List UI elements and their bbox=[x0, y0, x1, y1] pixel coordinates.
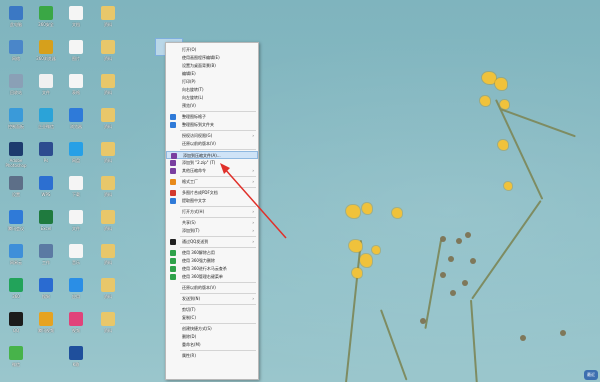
annotation-arrow bbox=[220, 163, 287, 239]
corner-badge[interactable]: 最近 bbox=[584, 370, 598, 380]
desktop[interactable]: 此电脑 网络 回收站 控制面板 Adobe Photoshop 设置 腾讯会议 网易云 360 Q… bbox=[0, 0, 600, 382]
